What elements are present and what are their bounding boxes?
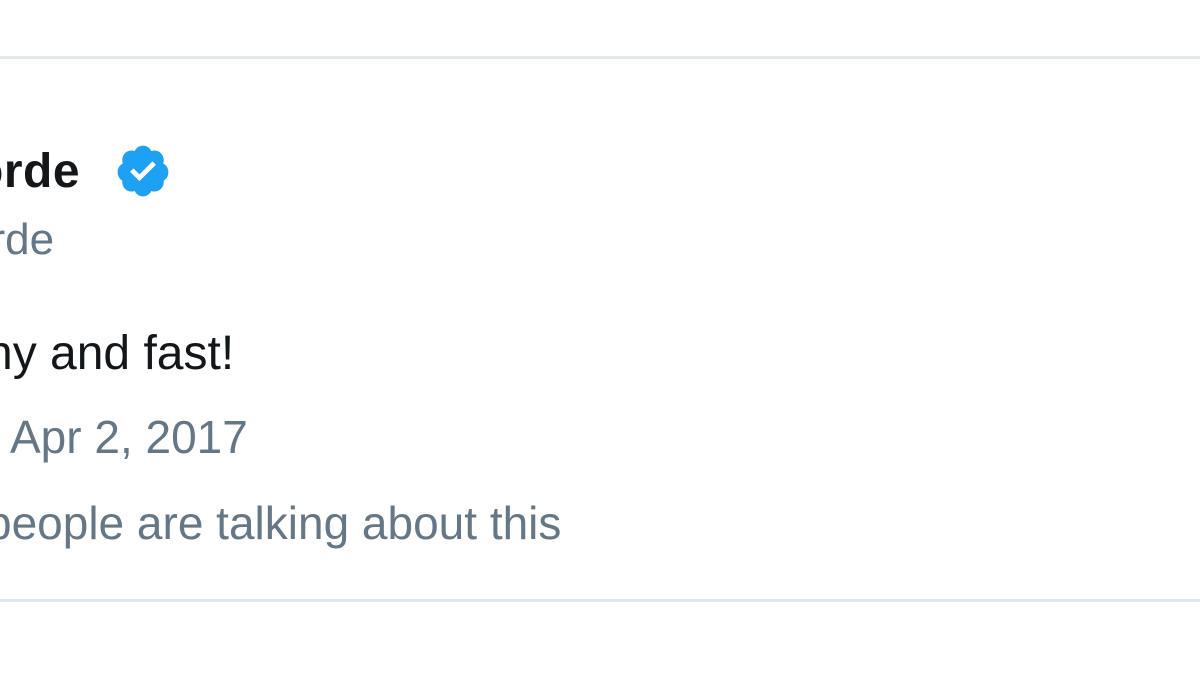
verified-badge-icon	[117, 145, 169, 197]
engagement-text[interactable]: people are talking about this	[0, 496, 561, 550]
user-handle[interactable]: orde	[0, 214, 54, 266]
tweet-text: ny and fast!	[0, 327, 235, 380]
tweet-date[interactable]: Apr 2, 2017	[10, 410, 248, 464]
display-name[interactable]: orde	[0, 144, 80, 200]
